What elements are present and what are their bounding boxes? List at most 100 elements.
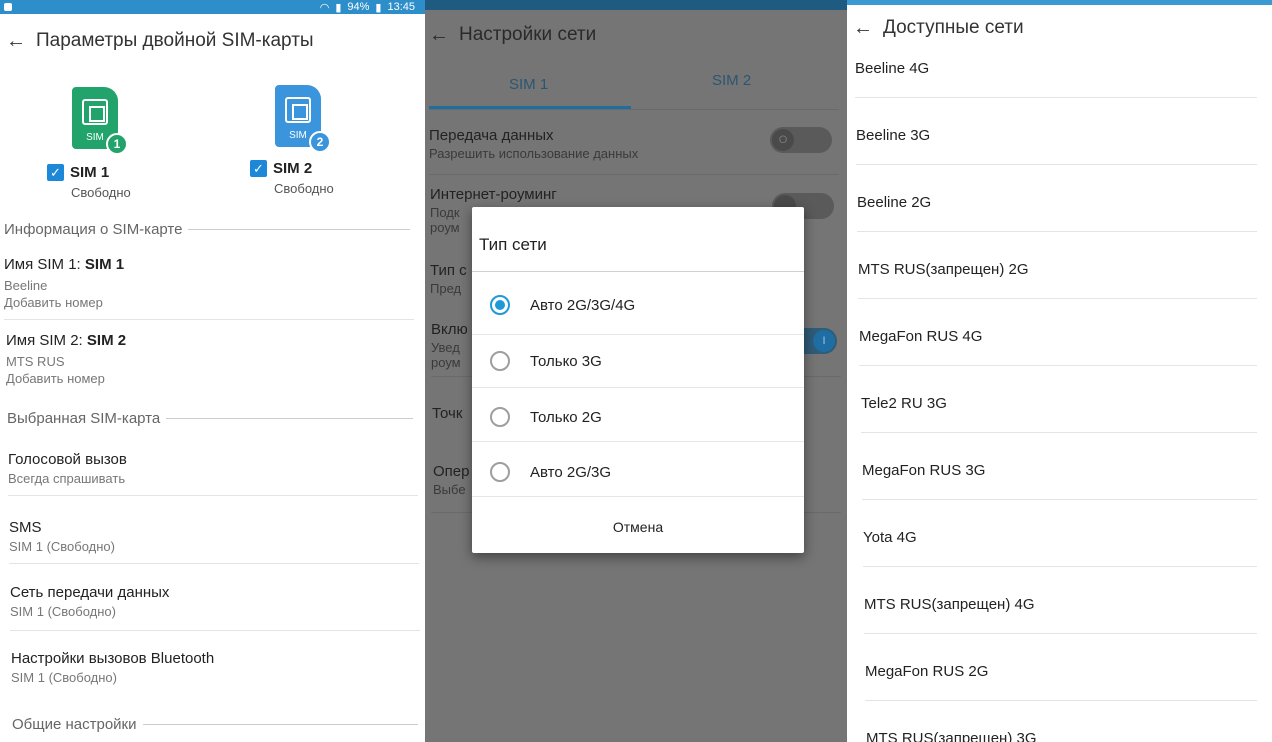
wifi-icon: ◠ (319, 1, 330, 14)
setting-title: Интернет-роуминг (430, 186, 557, 203)
sim-info-section-header: Информация о SIM-карте (4, 221, 410, 238)
network-item[interactable]: MegaFon RUS 3G (862, 462, 985, 479)
roaming-notification-setting[interactable]: Вклю Увед роум (431, 321, 468, 370)
divider (429, 174, 839, 175)
network-item[interactable]: MTS RUS(запрещен) 4G (864, 596, 1035, 613)
network-item[interactable]: MegaFon RUS 2G (865, 663, 988, 680)
network-divider (858, 298, 1257, 299)
sim2-card-icon[interactable]: SIM 2 (275, 85, 331, 153)
network-option-auto-2g3g4g[interactable]: Авто 2G/3G/4G (490, 295, 800, 315)
setting-subtitle: Выбе (433, 482, 466, 497)
page-title: Настройки сети (459, 24, 597, 45)
network-item[interactable]: Beeline 4G (855, 60, 929, 77)
sim1-checkbox-row[interactable]: ✓ SIM 1 (47, 164, 109, 181)
signal-icon: ▮ (335, 1, 342, 14)
setting-title: Передача данных (429, 127, 554, 144)
setting-subtitle: Пред (430, 281, 462, 296)
option-divider (472, 496, 804, 497)
network-item[interactable]: MTS RUS(запрещен) 3G (866, 730, 1037, 742)
toggle-knob: O (772, 129, 794, 151)
section-rule (166, 418, 413, 419)
network-item[interactable]: MTS RUS(запрещен) 2G (858, 261, 1029, 278)
back-arrow-icon[interactable]: ← (6, 31, 26, 51)
sim1-card-icon[interactable]: SIM 1 (72, 87, 128, 155)
available-networks-screen: ← Доступные сети Beeline 4G Beeline 3G Bee… (847, 0, 1272, 742)
network-item[interactable]: MegaFon RUS 4G (859, 328, 982, 345)
sim2-add-number[interactable]: Добавить номер (6, 371, 126, 386)
sms-item[interactable]: SMS SIM 1 (Свободно) (9, 519, 115, 554)
network-divider (863, 566, 1257, 567)
network-option-auto-2g3g[interactable]: Авто 2G/3G (490, 462, 800, 482)
data-transfer-setting[interactable]: Передача данных Разрешить использование … (429, 127, 638, 161)
sim1-number-badge: 1 (106, 133, 128, 155)
option-divider (472, 441, 804, 442)
network-divider (855, 97, 1257, 98)
network-settings-screen: ← Настройки сети SIM 1 SIM 2 Передача да… (425, 0, 847, 742)
back-arrow-icon[interactable]: ← (429, 25, 449, 45)
sim1-name-value: SIM 1 (84, 256, 125, 273)
sim2-checkbox[interactable]: ✓ (250, 160, 267, 177)
network-type-dialog: Тип сети Авто 2G/3G/4G Только 3G Только … (472, 207, 804, 553)
network-item[interactable]: Beeline 2G (857, 194, 931, 211)
divider (8, 495, 418, 496)
sim2-info-item[interactable]: Имя SIM 2: SIM 2 MTS RUS Добавить номер (6, 332, 126, 386)
status-bar (847, 0, 1272, 5)
cancel-button[interactable]: Отмена (472, 519, 804, 535)
setting-title: Точк (432, 405, 463, 422)
item-title: Голосовой вызов (8, 451, 127, 468)
sim1-status: Свободно (71, 185, 131, 200)
network-divider (856, 164, 1257, 165)
sim1-operator: Beeline (4, 278, 48, 293)
sim2-checkbox-row[interactable]: ✓ SIM 2 (250, 160, 312, 177)
network-divider (857, 231, 1257, 232)
dialog-divider (472, 271, 804, 272)
setting-title: Опер (433, 463, 470, 480)
dialog-title: Тип сети (479, 235, 547, 254)
option-divider (472, 334, 804, 335)
sim2-name-label: Имя SIM 2: (6, 332, 87, 349)
bluetooth-call-settings-item[interactable]: Настройки вызовов Bluetooth SIM 1 (Свобо… (11, 650, 214, 685)
data-network-item[interactable]: Сеть передачи данных SIM 1 (Свободно) (10, 584, 169, 619)
section-rule (188, 229, 410, 230)
radio-unselected-icon[interactable] (490, 462, 510, 482)
setting-title: Вклю (431, 321, 468, 338)
sim1-name-label: Имя SIM 1: (4, 256, 85, 273)
operator-setting[interactable]: Опер Выбе (433, 463, 469, 497)
sim1-info-item[interactable]: Имя SIM 1: SIM 1 Beeline Добавить номер (4, 256, 124, 310)
header: ← Параметры двойной SIM-карты (6, 30, 314, 52)
header: ← Настройки сети (429, 24, 596, 46)
sim2-name: SIM 2 (273, 160, 313, 177)
radio-selected-icon[interactable] (490, 295, 510, 315)
network-divider (865, 700, 1257, 701)
network-option-3g-only[interactable]: Только 3G (490, 351, 800, 371)
network-item[interactable]: Tele2 RU 3G (861, 395, 947, 412)
data-transfer-toggle[interactable]: O (770, 127, 832, 153)
tab-sim1[interactable]: SIM 1 (509, 76, 548, 93)
network-type-setting[interactable]: Тип с Пред (430, 262, 467, 296)
option-label: Только 3G (530, 352, 602, 370)
voice-call-item[interactable]: Голосовой вызов Всегда спрашивать (8, 451, 127, 486)
radio-unselected-icon[interactable] (490, 351, 510, 371)
network-option-2g-only[interactable]: Только 2G (490, 407, 800, 427)
network-item[interactable]: Yota 4G (863, 529, 917, 546)
option-label: Авто 2G/3G/4G (530, 296, 636, 314)
setting-title: Тип с (430, 262, 467, 279)
sim1-checkbox[interactable]: ✓ (47, 164, 64, 181)
radio-unselected-icon[interactable] (490, 407, 510, 427)
setting-subtitle: Разрешить использование данных (429, 146, 639, 161)
sim1-add-number[interactable]: Добавить номер (4, 295, 124, 310)
dual-sim-settings-screen: ◠ ▮ 94% ▮ 13:45 ← Параметры двойной SIM-… (0, 0, 425, 742)
tab-sim2[interactable]: SIM 2 (712, 72, 751, 89)
sim2-name-row: Имя SIM 2: SIM 2 (6, 332, 126, 349)
network-item[interactable]: Beeline 3G (856, 127, 930, 144)
divider (9, 563, 419, 564)
sim1-name: SIM 1 (70, 164, 110, 181)
access-point-setting[interactable]: Точк (432, 405, 462, 422)
section-title: Выбранная SIM-карта (7, 410, 161, 427)
sim-chip-icon (82, 99, 108, 125)
notification-icon (4, 3, 12, 11)
back-arrow-icon[interactable]: ← (853, 18, 873, 38)
sim2-status: Свободно (274, 181, 334, 196)
clock: 13:45 (387, 1, 415, 13)
item-title: SMS (9, 519, 42, 536)
